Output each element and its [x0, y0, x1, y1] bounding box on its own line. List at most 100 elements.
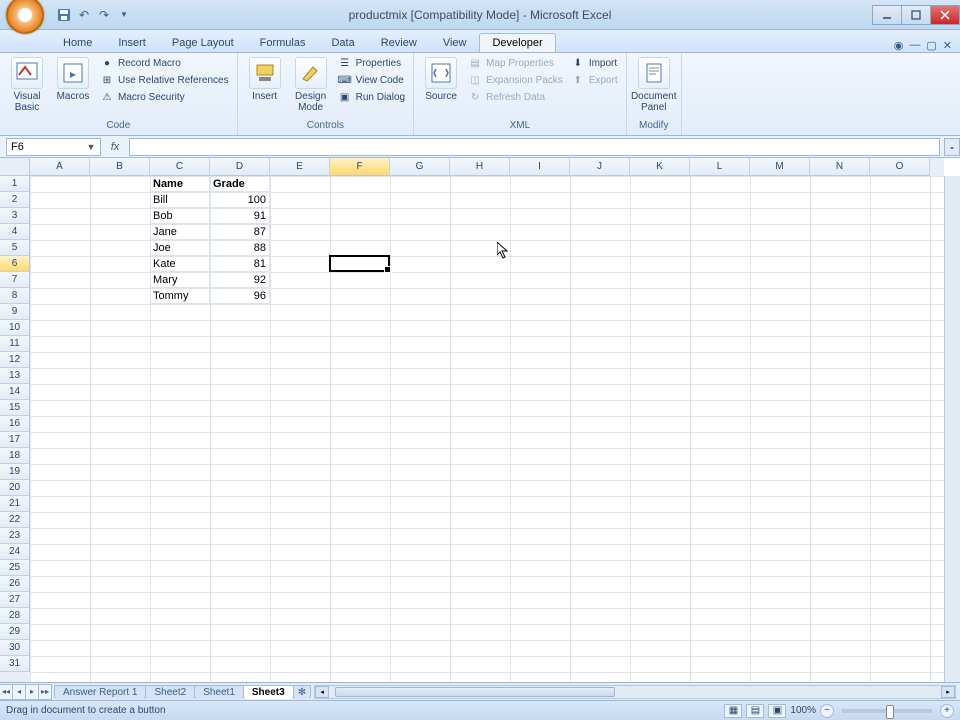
tab-page-layout[interactable]: Page Layout [159, 33, 247, 52]
help-icon[interactable]: ◉ [894, 39, 904, 52]
qat-dropdown-icon[interactable]: ▼ [116, 7, 132, 23]
restore-workbook-icon[interactable]: ▢ [926, 39, 936, 52]
column-header[interactable]: F [330, 158, 390, 176]
cell[interactable]: 88 [210, 240, 270, 256]
row-header[interactable]: 6 [0, 256, 30, 272]
page-break-view-button[interactable]: ▣ [768, 704, 786, 718]
row-header[interactable]: 17 [0, 432, 30, 448]
column-header[interactable]: A [30, 158, 90, 176]
row-header[interactable]: 14 [0, 384, 30, 400]
namebox-dropdown-icon[interactable]: ▼ [84, 142, 98, 152]
column-header[interactable]: C [150, 158, 210, 176]
row-header[interactable]: 15 [0, 400, 30, 416]
close-button[interactable] [930, 5, 960, 25]
formula-expand-icon[interactable]: ⌄ [944, 138, 960, 156]
design-mode-button[interactable]: Design Mode [290, 55, 332, 115]
row-header[interactable]: 8 [0, 288, 30, 304]
column-header[interactable]: K [630, 158, 690, 176]
tab-insert[interactable]: Insert [105, 33, 159, 52]
column-header[interactable]: G [390, 158, 450, 176]
zoom-level[interactable]: 100% [790, 705, 816, 716]
sheet-last-button[interactable]: ▸▸ [38, 684, 52, 700]
import-button[interactable]: ⬇Import [569, 55, 620, 71]
run-dialog-button[interactable]: ▣Run Dialog [336, 89, 407, 105]
row-header[interactable]: 22 [0, 512, 30, 528]
fx-button[interactable]: fx [105, 141, 125, 153]
cell[interactable]: Bill [150, 192, 210, 208]
insert-sheet-button[interactable]: ✻ [293, 685, 311, 699]
source-button[interactable]: Source [420, 55, 462, 104]
row-header[interactable]: 3 [0, 208, 30, 224]
minimize-button[interactable] [872, 5, 902, 25]
sheet-prev-button[interactable]: ◂ [12, 684, 26, 700]
row-header[interactable]: 28 [0, 608, 30, 624]
row-header[interactable]: 21 [0, 496, 30, 512]
sheet-tab[interactable]: Sheet1 [194, 685, 244, 699]
visual-basic-button[interactable]: Visual Basic [6, 55, 48, 115]
row-header[interactable]: 30 [0, 640, 30, 656]
row-header[interactable]: 24 [0, 544, 30, 560]
cell[interactable]: Name [150, 176, 210, 192]
hscroll-right-icon[interactable]: ▸ [941, 686, 955, 698]
cell[interactable]: Tommy [150, 288, 210, 304]
tab-formulas[interactable]: Formulas [247, 33, 319, 52]
use-relative-refs-button[interactable]: ⊞Use Relative References [98, 72, 231, 88]
vertical-scrollbar[interactable] [944, 176, 960, 682]
row-header[interactable]: 26 [0, 576, 30, 592]
ribbon-min-icon[interactable]: — [909, 39, 920, 52]
zoom-slider[interactable] [842, 709, 932, 713]
tab-home[interactable]: Home [50, 33, 105, 52]
maximize-button[interactable] [901, 5, 931, 25]
row-header[interactable]: 31 [0, 656, 30, 672]
cell[interactable]: 92 [210, 272, 270, 288]
column-header[interactable]: J [570, 158, 630, 176]
column-header[interactable]: E [270, 158, 330, 176]
column-header[interactable]: D [210, 158, 270, 176]
normal-view-button[interactable]: ▦ [724, 704, 742, 718]
column-header[interactable]: M [750, 158, 810, 176]
row-header[interactable]: 7 [0, 272, 30, 288]
cell[interactable]: 91 [210, 208, 270, 224]
column-header[interactable]: B [90, 158, 150, 176]
redo-icon[interactable]: ↷ [96, 7, 112, 23]
view-code-button[interactable]: ⌨View Code [336, 72, 407, 88]
cell[interactable]: Mary [150, 272, 210, 288]
column-header[interactable]: H [450, 158, 510, 176]
column-header[interactable]: I [510, 158, 570, 176]
hscroll-thumb[interactable] [335, 687, 615, 697]
row-header[interactable]: 20 [0, 480, 30, 496]
macro-security-button[interactable]: ⚠Macro Security [98, 89, 231, 105]
sheet-next-button[interactable]: ▸ [25, 684, 39, 700]
sheet-tab[interactable]: Sheet3 [243, 685, 294, 699]
cell[interactable]: 87 [210, 224, 270, 240]
formula-bar[interactable] [129, 138, 940, 156]
row-header[interactable]: 16 [0, 416, 30, 432]
office-button[interactable] [6, 0, 44, 34]
row-header[interactable]: 13 [0, 368, 30, 384]
column-header[interactable]: N [810, 158, 870, 176]
row-header[interactable]: 18 [0, 448, 30, 464]
cell[interactable]: Bob [150, 208, 210, 224]
horizontal-scrollbar[interactable]: ◂ ▸ [314, 685, 956, 699]
tab-view[interactable]: View [430, 33, 480, 52]
name-box[interactable]: F6▼ [6, 138, 101, 156]
cell[interactable]: 100 [210, 192, 270, 208]
row-header[interactable]: 19 [0, 464, 30, 480]
row-header[interactable]: 11 [0, 336, 30, 352]
row-header[interactable]: 27 [0, 592, 30, 608]
row-header[interactable]: 29 [0, 624, 30, 640]
column-header[interactable]: O [870, 158, 930, 176]
cell[interactable]: 81 [210, 256, 270, 272]
document-panel-button[interactable]: Document Panel [633, 55, 675, 115]
row-header[interactable]: 12 [0, 352, 30, 368]
sheet-tab[interactable]: Sheet2 [145, 685, 195, 699]
row-header[interactable]: 5 [0, 240, 30, 256]
cell[interactable]: 96 [210, 288, 270, 304]
sheet-tab[interactable]: Answer Report 1 [54, 685, 146, 699]
zoom-in-button[interactable]: + [940, 704, 954, 718]
properties-button[interactable]: ☰Properties [336, 55, 407, 71]
cell[interactable]: Jane [150, 224, 210, 240]
select-all-corner[interactable] [0, 158, 30, 176]
tab-data[interactable]: Data [318, 33, 367, 52]
tab-developer[interactable]: Developer [479, 33, 555, 52]
